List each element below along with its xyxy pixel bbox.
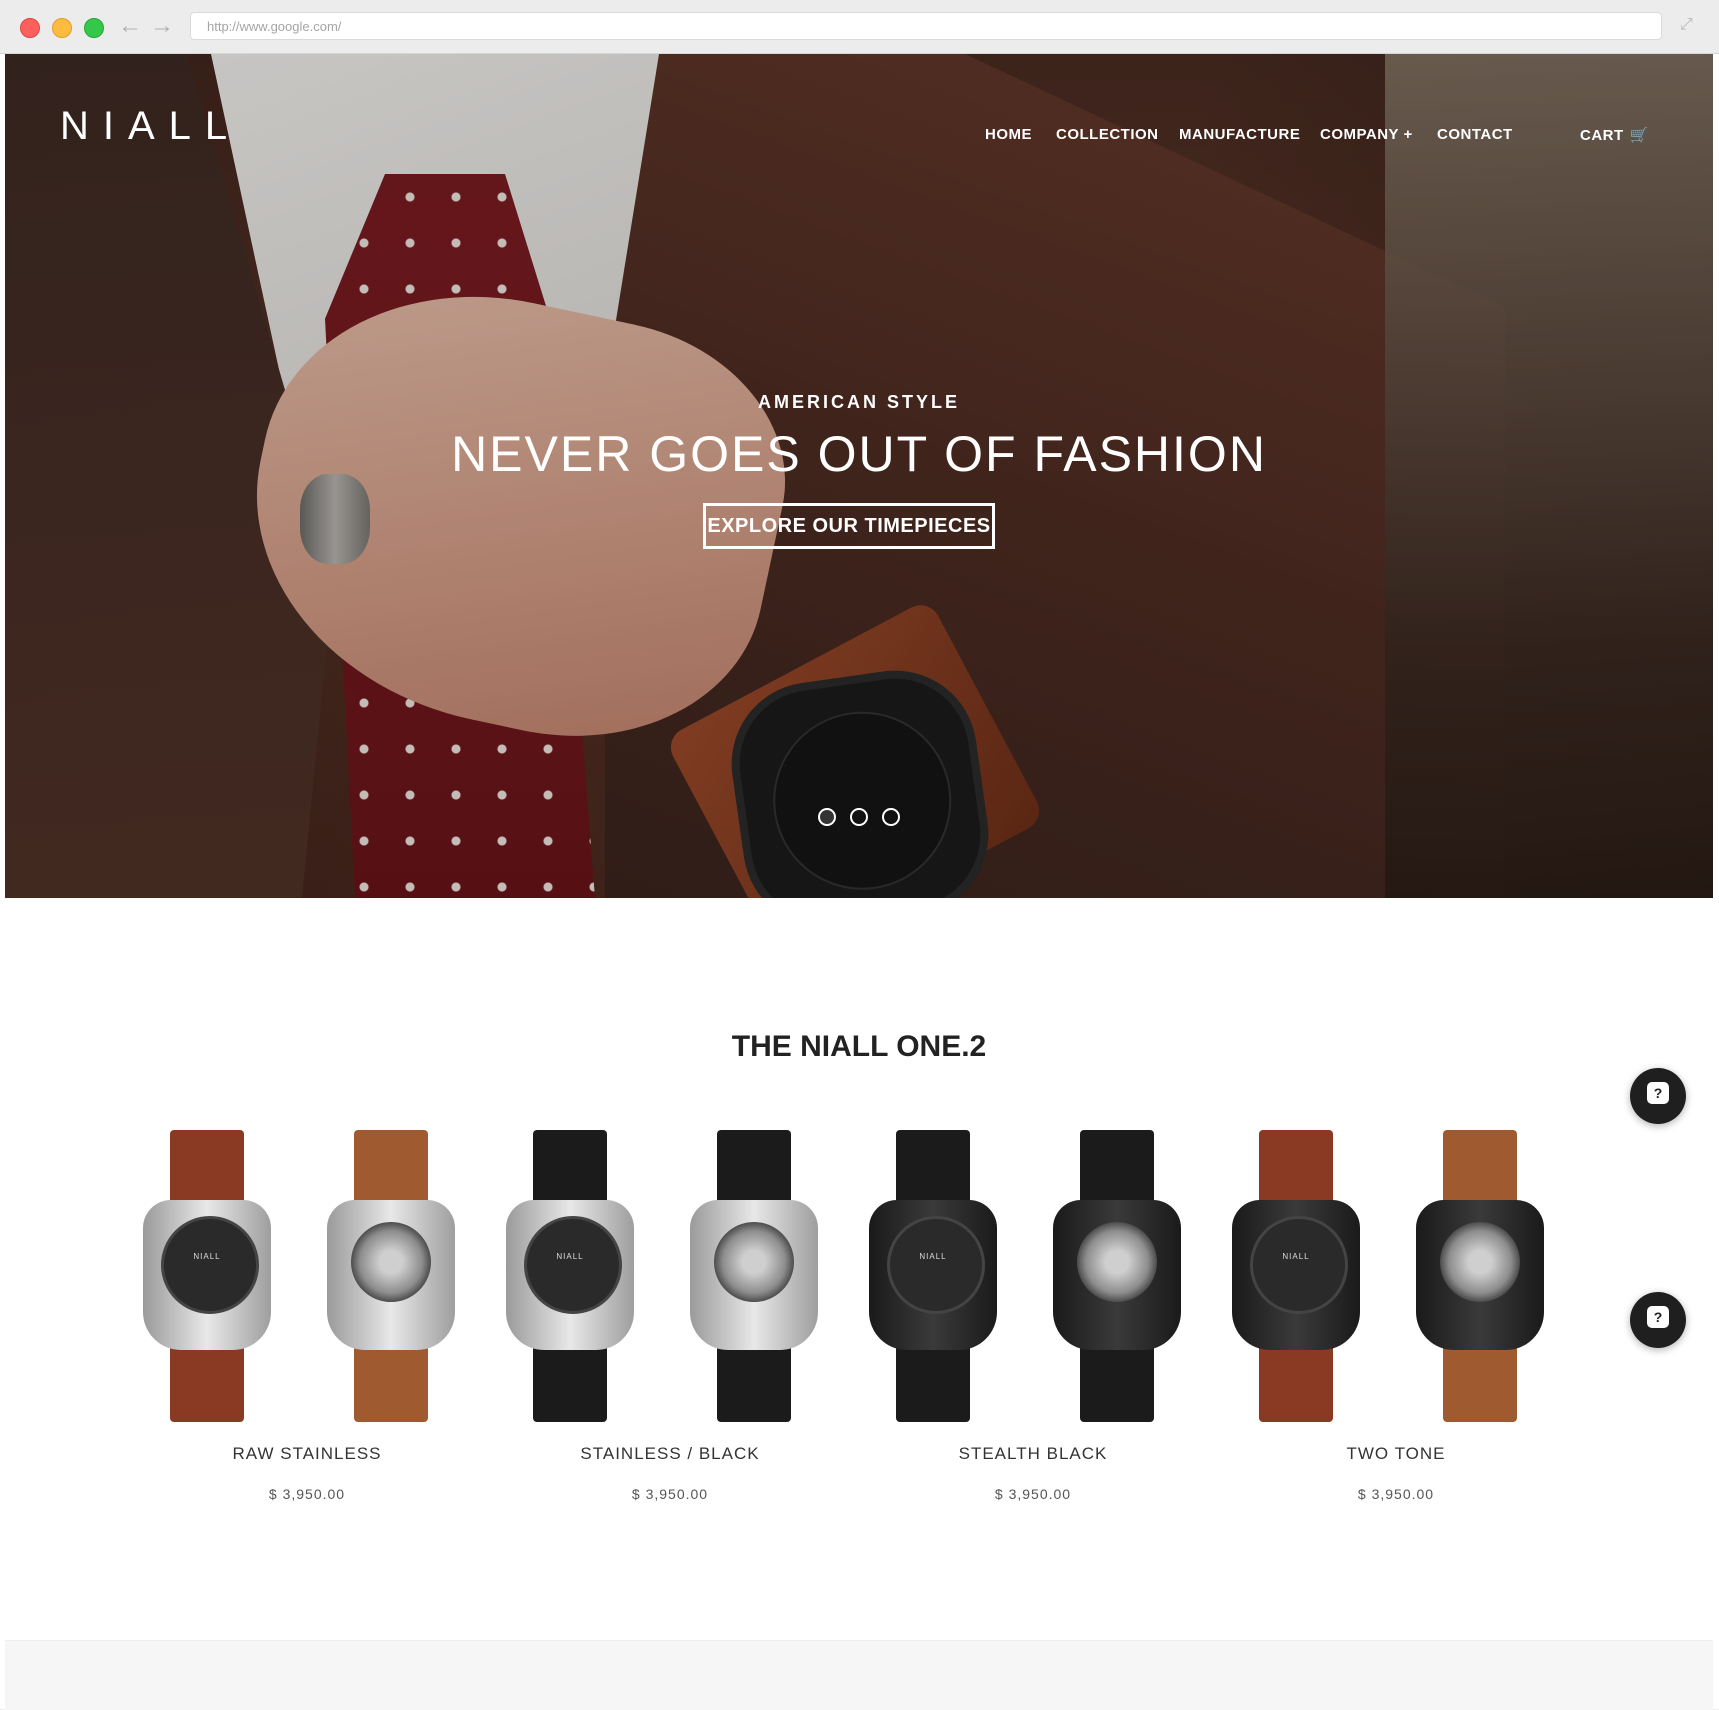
nav-contact[interactable]: CONTACT xyxy=(1437,126,1513,143)
slider-dot-3[interactable] xyxy=(882,808,900,826)
product-image[interactable]: NIALL xyxy=(137,1130,477,1422)
collection-title: THE NIALL ONE.2 xyxy=(731,1030,987,1063)
product-image[interactable]: NIALL xyxy=(863,1130,1203,1422)
product-image[interactable]: NIALL xyxy=(1226,1130,1566,1422)
browser-window: ← → http://www.google.com/ ⤢ NIALL HOME … xyxy=(0,0,1719,1710)
watch-front-image: NIALL xyxy=(137,1130,277,1422)
dial-label: NIALL xyxy=(556,1252,584,1261)
watch-back-image xyxy=(1410,1130,1550,1422)
product-card-stealth-black[interactable]: NIALL STEALTH BLACK $ 3,950.00 xyxy=(863,1130,1203,1520)
watch-back-image xyxy=(321,1130,461,1422)
slider-dot-1[interactable] xyxy=(818,808,836,826)
watch-front-image: NIALL xyxy=(500,1130,640,1422)
watch-back-image xyxy=(684,1130,824,1422)
slider-dot-2[interactable] xyxy=(850,808,868,826)
close-window-button[interactable] xyxy=(20,18,40,38)
nav-manufacture[interactable]: MANUFACTURE xyxy=(1179,126,1300,143)
watch-front-image: NIALL xyxy=(863,1130,1003,1422)
nav-collection[interactable]: COLLECTION xyxy=(1056,126,1159,143)
product-name[interactable]: STEALTH BLACK xyxy=(863,1444,1203,1464)
brand-logo[interactable]: NIALL xyxy=(60,104,241,149)
maximize-window-button[interactable] xyxy=(84,18,104,38)
nav-company[interactable]: COMPANY + xyxy=(1320,126,1413,143)
product-price: $ 3,950.00 xyxy=(994,1486,1072,1502)
product-price: $ 3,950.00 xyxy=(631,1486,709,1502)
watch-back-image xyxy=(1047,1130,1187,1422)
product-price: $ 3,950.00 xyxy=(1357,1486,1435,1502)
help-chat-icon: ? xyxy=(1647,1306,1669,1328)
help-chat-icon: ? xyxy=(1647,1082,1669,1104)
back-arrow-icon[interactable]: ← xyxy=(118,13,142,39)
minimize-window-button[interactable] xyxy=(52,18,72,38)
dial-label: NIALL xyxy=(1282,1252,1310,1261)
product-card-two-tone[interactable]: NIALL TWO TONE $ 3,950.00 xyxy=(1226,1130,1566,1520)
product-grid: NIALL RAW STAINLESS $ 3,950.00 NIALL STA… xyxy=(0,1130,1719,1530)
nav-cart-label: CART xyxy=(1580,127,1624,144)
footer-band xyxy=(5,1640,1713,1710)
explore-timepieces-button[interactable]: EXPLORE OUR TIMEPIECES xyxy=(703,503,995,549)
cart-icon: 🛒 xyxy=(1629,127,1649,144)
product-card-raw-stainless[interactable]: NIALL RAW STAINLESS $ 3,950.00 xyxy=(137,1130,477,1520)
nav-cart[interactable]: CART 🛒 xyxy=(1580,126,1649,144)
address-bar-url: http://www.google.com/ xyxy=(207,19,342,34)
forward-arrow-icon[interactable]: → xyxy=(150,13,174,39)
product-image[interactable]: NIALL xyxy=(500,1130,840,1422)
product-name[interactable]: TWO TONE xyxy=(1226,1444,1566,1464)
help-chat-button-secondary[interactable]: ? xyxy=(1630,1292,1686,1348)
hero-subtitle: AMERICAN STYLE xyxy=(757,392,960,412)
expand-icon[interactable]: ⤢ xyxy=(1680,16,1700,36)
dial-label: NIALL xyxy=(919,1252,947,1261)
product-price: $ 3,950.00 xyxy=(268,1486,346,1502)
dial-label: NIALL xyxy=(193,1252,221,1261)
watch-front-image: NIALL xyxy=(1226,1130,1366,1422)
nav-home[interactable]: HOME xyxy=(985,126,1032,143)
product-name[interactable]: STAINLESS / BLACK xyxy=(500,1444,840,1464)
hero-title: NEVER GOES OUT OF FASHION xyxy=(451,426,1267,482)
product-name[interactable]: RAW STAINLESS xyxy=(137,1444,477,1464)
address-bar[interactable]: http://www.google.com/ xyxy=(190,12,1662,40)
help-chat-button[interactable]: ? xyxy=(1630,1068,1686,1124)
browser-toolbar: ← → http://www.google.com/ ⤢ xyxy=(0,0,1719,54)
product-card-stainless-black[interactable]: NIALL STAINLESS / BLACK $ 3,950.00 xyxy=(500,1130,840,1520)
